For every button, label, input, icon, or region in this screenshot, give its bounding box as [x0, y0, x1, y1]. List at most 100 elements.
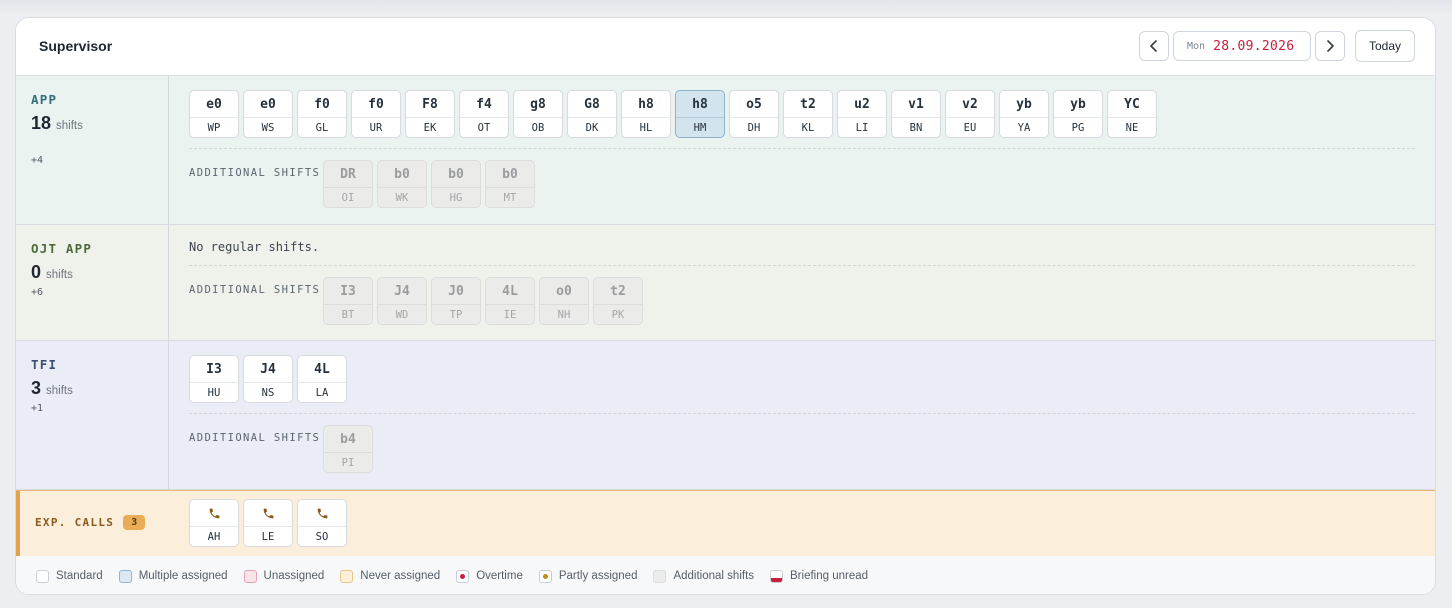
additional-shift-tile[interactable]: b0 WK: [377, 160, 427, 208]
shift-code: DR: [340, 166, 356, 182]
shift-tile[interactable]: yb YA: [999, 90, 1049, 138]
shift-tile[interactable]: F8 EK: [405, 90, 455, 138]
shift-tile[interactable]: v1 BN: [891, 90, 941, 138]
staff-initials: TP: [432, 304, 480, 324]
additional-shift-tile[interactable]: J4 WD: [377, 277, 427, 325]
shift-tile[interactable]: f0 UR: [351, 90, 401, 138]
shift-code: f4: [476, 96, 492, 112]
shift-tile[interactable]: o5 DH: [729, 90, 779, 138]
shift-tile[interactable]: h8 HL: [621, 90, 671, 138]
staff-initials: BN: [892, 117, 940, 137]
staff-initials: LI: [838, 117, 886, 137]
next-day-button[interactable]: [1315, 31, 1345, 61]
legend-label: Multiple assigned: [138, 570, 228, 582]
staff-initials: EU: [946, 117, 994, 137]
section-app: APP 18 shifts +4 e0 WP e0 WS f0 GL f0 UR F8 EK f4 O…: [16, 76, 1435, 225]
staff-initials: EK: [406, 117, 454, 137]
shift-tile[interactable]: e0 WP: [189, 90, 239, 138]
legend-swatch: [36, 569, 49, 583]
staff-initials: WS: [244, 117, 292, 137]
staff-initials: OT: [460, 117, 508, 137]
shift-tile[interactable]: I3 HU: [189, 355, 239, 403]
staff-initials: PI: [324, 452, 372, 472]
section-ojt-app: OJT APP 0 shifts +6 No regular shifts. A…: [16, 225, 1435, 341]
shift-code: YC: [1124, 96, 1140, 112]
calls-header: EXP. CALLS 3: [35, 515, 146, 530]
section-name: EXP. CALLS: [35, 516, 115, 529]
shift-code: u2: [854, 96, 870, 112]
additional-shift-tile[interactable]: DR OI: [323, 160, 373, 208]
additional-shift-tile[interactable]: J0 TP: [431, 277, 481, 325]
divider: [189, 265, 1415, 266]
shift-count: 0 shifts: [31, 262, 73, 283]
shift-tile[interactable]: G8 DK: [567, 90, 617, 138]
legend-swatch: [456, 569, 470, 583]
shift-code: e0: [260, 96, 276, 112]
staff-initials: LE: [244, 526, 292, 546]
additional-shift-tile[interactable]: 4L IE: [485, 277, 535, 325]
staff-initials: WP: [190, 117, 238, 137]
legend-item-overtime: Overtime: [456, 569, 523, 583]
call-tile[interactable]: SO: [297, 499, 347, 547]
additional-shift-tile[interactable]: b4 PI: [323, 425, 373, 473]
staff-initials: BT: [324, 304, 372, 324]
legend-item-additional: Additional shifts: [653, 569, 754, 583]
shift-tile[interactable]: yb PG: [1053, 90, 1103, 138]
staff-initials: NE: [1108, 117, 1156, 137]
additional-shift-tile[interactable]: b0 MT: [485, 160, 535, 208]
staff-initials: HL: [622, 117, 670, 137]
shift-tile[interactable]: t2 KL: [783, 90, 833, 138]
today-button[interactable]: Today: [1355, 30, 1415, 62]
additional-shifts: I3 BT J4 WD J0 TP 4L IE o0 NH t2 PK: [323, 277, 643, 325]
shift-tile[interactable]: g8 OB: [513, 90, 563, 138]
shift-code: o0: [556, 283, 572, 299]
shift-code: yb: [1016, 96, 1032, 112]
calls-count-badge: 3: [123, 515, 146, 530]
section-tfi: TFI 3 shifts +1 I3 HU J4 NS 4L LA ADDITIONAL …: [16, 341, 1435, 490]
shift-code: b0: [448, 166, 464, 182]
staff-initials: WK: [378, 187, 426, 207]
shift-tile[interactable]: h8 HM: [675, 90, 725, 138]
page-title: Supervisor: [39, 38, 113, 54]
additional-shift-tile[interactable]: I3 BT: [323, 277, 373, 325]
additional-shifts: DR OI b0 WK b0 HG b0 MT: [323, 160, 535, 208]
shift-tile[interactable]: u2 LI: [837, 90, 887, 138]
date-field[interactable]: Mon 28.09.2026: [1173, 31, 1311, 61]
additional-count: +1: [31, 403, 44, 414]
additional-shift-tile[interactable]: t2 PK: [593, 277, 643, 325]
staff-initials: NH: [540, 304, 588, 324]
prev-day-button[interactable]: [1139, 31, 1169, 61]
additional-shift-tile[interactable]: o0 NH: [539, 277, 589, 325]
shift-tile[interactable]: J4 NS: [243, 355, 293, 403]
shift-tile[interactable]: v2 EU: [945, 90, 995, 138]
legend-label: Partly assigned: [558, 570, 638, 582]
shift-tile[interactable]: e0 WS: [243, 90, 293, 138]
staff-initials: LA: [298, 382, 346, 402]
regular-shifts: I3 HU J4 NS 4L LA: [189, 355, 347, 403]
legend-swatch: [340, 569, 354, 583]
shift-code: h8: [692, 96, 708, 112]
staff-initials: GL: [298, 117, 346, 137]
call-tile[interactable]: LE: [243, 499, 293, 547]
staff-initials: IE: [486, 304, 534, 324]
staff-initials: OI: [324, 187, 372, 207]
divider: [189, 413, 1415, 414]
top-strip: [0, 0, 1452, 14]
supervisor-panel: Supervisor Mon 28.09.2026 Today APP 18 s…: [15, 17, 1436, 595]
shift-tile[interactable]: YC NE: [1107, 90, 1157, 138]
additional-shift-tile[interactable]: b0 HG: [431, 160, 481, 208]
section-exp-calls: EXP. CALLS 3 AH LE SO: [16, 490, 1435, 556]
panel-header: Supervisor Mon 28.09.2026 Today: [16, 18, 1435, 76]
shift-tile[interactable]: f4 OT: [459, 90, 509, 138]
legend-label: Overtime: [476, 570, 523, 582]
shift-tile[interactable]: f0 GL: [297, 90, 347, 138]
shift-code: v2: [962, 96, 978, 112]
shift-code: yb: [1070, 96, 1086, 112]
staff-initials: DK: [568, 117, 616, 137]
staff-initials: DH: [730, 117, 778, 137]
shift-tile[interactable]: 4L LA: [297, 355, 347, 403]
shift-code: v1: [908, 96, 924, 112]
staff-initials: PK: [594, 304, 642, 324]
call-tile[interactable]: AH: [189, 499, 239, 547]
shift-count-number: 3: [31, 378, 42, 398]
